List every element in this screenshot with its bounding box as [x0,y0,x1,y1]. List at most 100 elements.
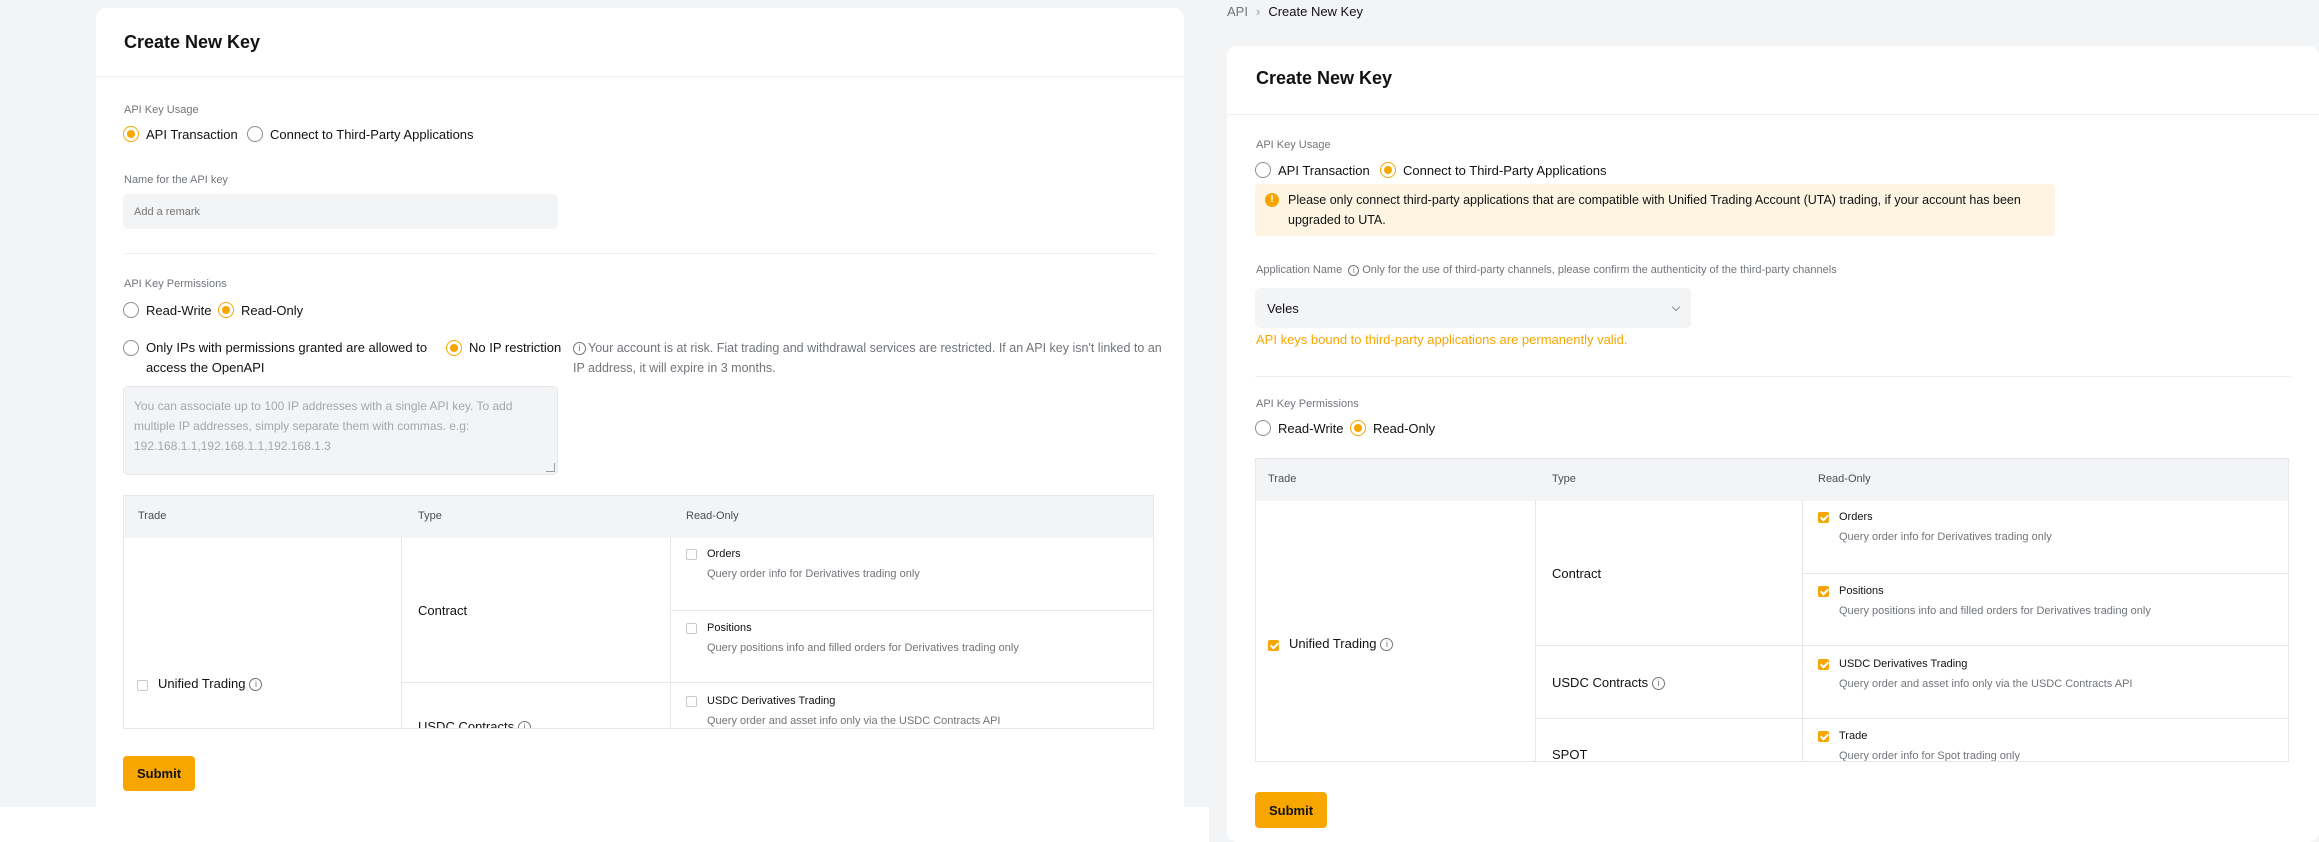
usage-api-transaction-radio[interactable]: API Transaction [1255,162,1370,178]
usdc-derivatives-checkbox[interactable] [686,696,697,707]
perm-positions-desc: Query positions info and filled orders f… [1839,605,2151,617]
perm-orders-title: Orders [1839,511,1873,523]
header-divider [96,76,1184,77]
col-divider [401,538,402,728]
ip-restricted-radio[interactable]: Only IPs with permissions granted are al… [123,338,456,378]
usdc-derivatives-checkbox[interactable] [1818,659,1829,670]
app-name-label: Application Name i Only for the use of thi… [1256,264,1837,276]
permanent-validity-note: API keys bound to third-party applicatio… [1256,332,1628,347]
perm-positions-desc: Query positions info and filled orders f… [707,642,1019,654]
perm-usdc-desc: Query order and asset info only via the … [1839,678,2133,690]
radio-label: Read-Only [1373,420,1436,436]
col-header-type: Type [418,510,442,522]
submit-button[interactable]: Submit [123,756,195,791]
unified-trading-checkbox[interactable] [137,680,148,691]
perm-orders-desc: Query order info for Derivatives trading… [1839,531,2052,543]
type-contract: Contract [418,603,468,618]
radio-dot [1350,420,1366,436]
radio-dot [123,126,139,142]
api-key-name-input[interactable] [123,194,558,229]
perm-usdc-title: USDC Derivatives Trading [707,695,836,707]
api-key-usage-label: API Key Usage [1256,139,1331,151]
positions-checkbox[interactable] [686,623,697,634]
radio-dot [446,340,462,356]
col-header-read-only: Read-Only [1818,473,1871,485]
warning-icon: ! [1265,193,1279,207]
info-icon: i [1380,638,1394,652]
perm-orders-desc: Query order info for Derivatives trading… [707,568,920,580]
usage-third-party-radio[interactable]: Connect to Third-Party Applications [1380,162,1607,178]
radio-label: Read-Only [241,302,304,318]
header-divider [1227,114,2319,115]
row-divider [1535,645,2288,646]
api-key-permissions-label: API Key Permissions [1256,398,1359,410]
orders-checkbox[interactable] [1818,512,1829,523]
api-key-name-label: Name for the API key [124,174,228,186]
radio-dot [123,340,139,356]
ip-address-textarea[interactable]: You can associate up to 100 IP addresses… [123,386,558,475]
col-divider [1802,501,1803,761]
radio-dot [247,126,263,142]
section-divider [124,253,1156,254]
perm-spot-trade-desc: Query order info for Spot trading only [1839,750,2020,762]
radio-dot [123,302,139,318]
breadcrumb-separator-icon: › [1255,4,1261,19]
perm-positions-title: Positions [707,622,752,634]
submit-button[interactable]: Submit [1255,792,1327,828]
usage-third-party-radio[interactable]: Connect to Third-Party Applications [247,126,474,142]
resize-handle[interactable] [546,463,555,472]
table-header: Trade Type Read-Only [124,496,1153,538]
spot-trade-checkbox[interactable] [1818,731,1829,742]
col-header-read-only: Read-Only [686,510,739,522]
section-divider [1255,376,2291,377]
breadcrumb: API › Create New Key [1227,4,1363,19]
breadcrumb-current: Create New Key [1268,4,1363,19]
page-title: Create New Key [1256,68,1393,88]
app-name-value: Veles [1267,300,1299,316]
breadcrumb-api-link[interactable]: API [1227,4,1248,19]
perm-spot-trade-title: Trade [1839,730,1868,742]
uta-notice: ! Please only connect third-party applic… [1255,184,2055,236]
perm-usdc-desc: Query order and asset info only via the … [707,715,1001,727]
type-usdc-contracts: USDC Contracts i [1552,675,1666,691]
perm-read-write-radio[interactable]: Read-Write [123,302,212,318]
unified-trading-checkbox[interactable] [1268,640,1279,651]
info-icon: i [573,342,586,356]
permissions-table: Trade Type Read-Only Unified Trading i Co… [1255,458,2289,762]
usage-api-transaction-radio[interactable]: API Transaction [123,126,238,142]
radio-label: Read-Write [1278,420,1344,436]
radio-dot [218,302,234,318]
radio-dot [1255,162,1271,178]
chevron-down-icon [1671,302,1681,312]
radio-label: No IP restriction [469,340,562,355]
perm-usdc-title: USDC Derivatives Trading [1839,658,1968,670]
col-header-trade: Trade [138,510,167,522]
orders-checkbox[interactable] [686,549,697,560]
ip-placeholder-text: You can associate up to 100 IP addresses… [134,399,513,453]
col-divider [1535,501,1536,761]
radio-dot [1255,420,1271,436]
col-divider [670,538,671,728]
right-create-key-card: Create New Key API Key Usage API Transac… [1227,46,2319,842]
type-usdc-contracts: USDC Contracts i [418,719,532,728]
perm-read-only-radio[interactable]: Read-Only [218,302,303,318]
row-divider [1535,718,2288,719]
radio-label: Read-Write [146,302,212,318]
type-contract: Contract [1552,566,1602,581]
perm-read-write-radio[interactable]: Read-Write [1255,420,1344,436]
page-title: Create New Key [124,32,261,52]
positions-checkbox[interactable] [1818,586,1829,597]
api-key-permissions-label: API Key Permissions [124,278,227,290]
perm-read-only-radio[interactable]: Read-Only [1350,420,1435,436]
radio-label: Only IPs with permissions granted are al… [146,340,428,375]
ip-no-restriction-radio[interactable]: No IP restriction [446,338,561,358]
perm-positions-title: Positions [1839,585,1884,597]
row-divider [1802,573,2288,574]
radio-label: API Transaction [1278,162,1370,178]
radio-label: Connect to Third-Party Applications [270,126,474,142]
radio-label: API Transaction [146,126,238,142]
type-spot: SPOT [1552,747,1588,762]
info-icon: i [249,678,263,692]
app-name-select[interactable]: Veles [1255,288,1691,328]
unified-trading-label: Unified Trading i [158,676,263,692]
